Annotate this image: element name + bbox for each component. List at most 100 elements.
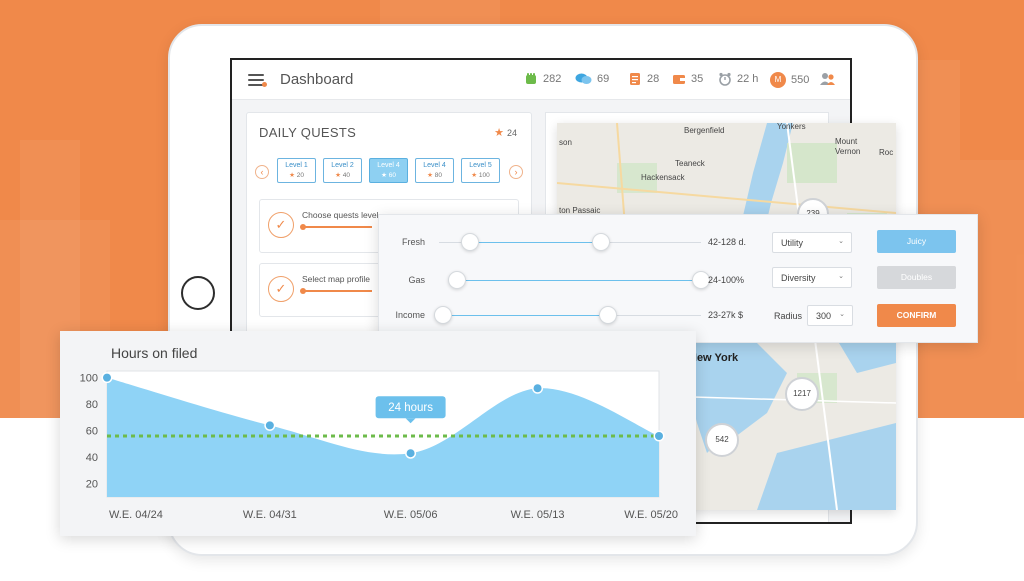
confirm-button[interactable]: CONFIRM (877, 304, 956, 327)
filter-range-value: 23-27k $ (708, 310, 744, 320)
tablet-home-button (181, 276, 215, 310)
map-label-new-york: New York (689, 352, 739, 364)
level-option[interactable]: Level 1 ★ 20 (277, 158, 316, 183)
level-option[interactable]: Level 2 ★ 40 (323, 158, 362, 183)
alarm-clock-icon (719, 72, 731, 86)
filter-fill (456, 280, 701, 281)
level-label: Level 4 (377, 162, 400, 169)
daily-quests-title: DAILY QUESTS (259, 125, 357, 140)
star-icon: ★ (471, 172, 478, 179)
level-points: 40 (342, 172, 350, 179)
star-icon: ★ (494, 127, 504, 139)
filter-fill (443, 315, 609, 316)
slider-handle-low[interactable] (447, 271, 466, 289)
stat-value: 22 h (737, 73, 759, 85)
level-option-selected[interactable]: Level 4 ★ 60 (369, 158, 408, 183)
level-points: 80 (434, 172, 442, 179)
map-label: Hackensack (641, 173, 685, 182)
data-point-core (406, 449, 415, 458)
chat-bubbles-icon (575, 73, 592, 84)
data-point-core (265, 421, 274, 430)
fist-icon (526, 73, 536, 84)
stat-users[interactable] (820, 72, 836, 86)
chevron-right-icon: › (514, 167, 518, 177)
wallet-icon (673, 75, 685, 84)
map-label: Teaneck (675, 159, 705, 168)
quest-progress (300, 288, 372, 294)
top-bar: Dashboard 282 69 28 35 22 h M 550 (232, 60, 850, 100)
filter-range-value: 24-100% (708, 275, 745, 285)
star-icon: ★ (289, 172, 295, 179)
users-icon (820, 73, 835, 85)
filter-track (443, 315, 701, 316)
slider-handle-high[interactable] (599, 306, 618, 324)
stat-value: 28 (647, 73, 660, 85)
level-option[interactable]: Level 5 ★ 100 (461, 158, 500, 183)
check-icon: ✓ (268, 212, 294, 238)
prev-level-button[interactable]: ‹ (255, 165, 269, 179)
star-icon: ★ (381, 172, 387, 179)
stat-fist: 282 (524, 72, 561, 86)
check-icon: ✓ (268, 276, 294, 302)
filter-label: Gas (408, 275, 425, 285)
map-cluster[interactable]: 542 (705, 423, 739, 457)
stat-chat: 69 (575, 72, 609, 86)
doubles-button[interactable]: Doubles (877, 266, 956, 289)
map-label: son (559, 138, 572, 147)
filters-panel: Fresh 42-128 d. Gas 24-100% Income 23-27… (378, 214, 978, 343)
stat-value: 550 (791, 74, 810, 86)
x-tick-label: W.E. 04/24 (109, 509, 163, 521)
y-tick-label: 100 (80, 373, 98, 385)
stat-clock: 22 h (718, 72, 758, 86)
level-label: Level 5 (469, 162, 492, 169)
level-label: Level 2 (331, 162, 354, 169)
map-label: Mount Vernon (835, 137, 861, 156)
map-label: Bergenfield (684, 126, 725, 135)
radius-select[interactable]: 300 ⌄ (807, 305, 853, 326)
stat-value: 35 (691, 73, 704, 85)
diversity-select[interactable]: Diversity ⌄ (772, 267, 852, 288)
y-tick-label: 40 (86, 452, 98, 464)
star-icon: ★ (335, 172, 341, 179)
coin-icon: M (770, 72, 786, 88)
level-label: Level 1 (285, 162, 308, 169)
x-tick-label: W.E. 05/20 (624, 509, 678, 521)
stat-value: 69 (597, 73, 610, 85)
filter-range-value: 42-128 d. (708, 237, 747, 247)
data-point-core (533, 384, 542, 393)
map-label: Roc (879, 148, 894, 157)
data-point-core (103, 373, 111, 382)
notes-icon (630, 73, 640, 85)
y-tick-label: 60 (86, 426, 98, 438)
chevron-down-icon: ⌄ (838, 238, 844, 245)
hours-chart: 100 80 60 40 20 W.E. 04/24 W.E. 04/31 W.E. 05/0… (80, 370, 678, 521)
radius-label: Radius (774, 311, 803, 321)
chevron-left-icon: ‹ (260, 167, 264, 177)
next-level-button[interactable]: › (509, 165, 523, 179)
quest-progress (300, 224, 372, 230)
select-value: 300 (816, 311, 832, 321)
filter-fill (470, 242, 602, 243)
x-tick-label: W.E. 05/13 (511, 509, 565, 521)
level-option[interactable]: Level 4 ★ 80 (415, 158, 454, 183)
level-label: Level 4 (423, 162, 446, 169)
tooltip-label: 24 hours (388, 402, 433, 414)
stat-wallet: 35 (672, 72, 703, 86)
y-tick-label: 80 (86, 399, 98, 411)
stat-coins: M 550 (770, 72, 809, 88)
level-points: 100 (478, 172, 490, 179)
utility-select[interactable]: Utility ⌄ (772, 232, 852, 253)
slider-handle-low[interactable] (434, 306, 452, 324)
star-icon: ★ (427, 172, 433, 179)
quest-label: Choose quests level (302, 210, 379, 220)
slider-handle-high[interactable] (592, 233, 611, 251)
x-tick-label: W.E. 04/31 (243, 509, 297, 521)
quest-label: Select map profile (302, 274, 371, 284)
menu-icon[interactable] (248, 74, 267, 87)
map-cluster[interactable]: 1217 (785, 377, 819, 411)
filter-label: Income (395, 310, 425, 320)
juicy-button[interactable]: Juicy (877, 230, 956, 253)
x-tick-label: W.E. 05/06 (384, 509, 438, 521)
slider-handle-low[interactable] (461, 233, 480, 251)
y-tick-label: 20 (86, 479, 98, 491)
